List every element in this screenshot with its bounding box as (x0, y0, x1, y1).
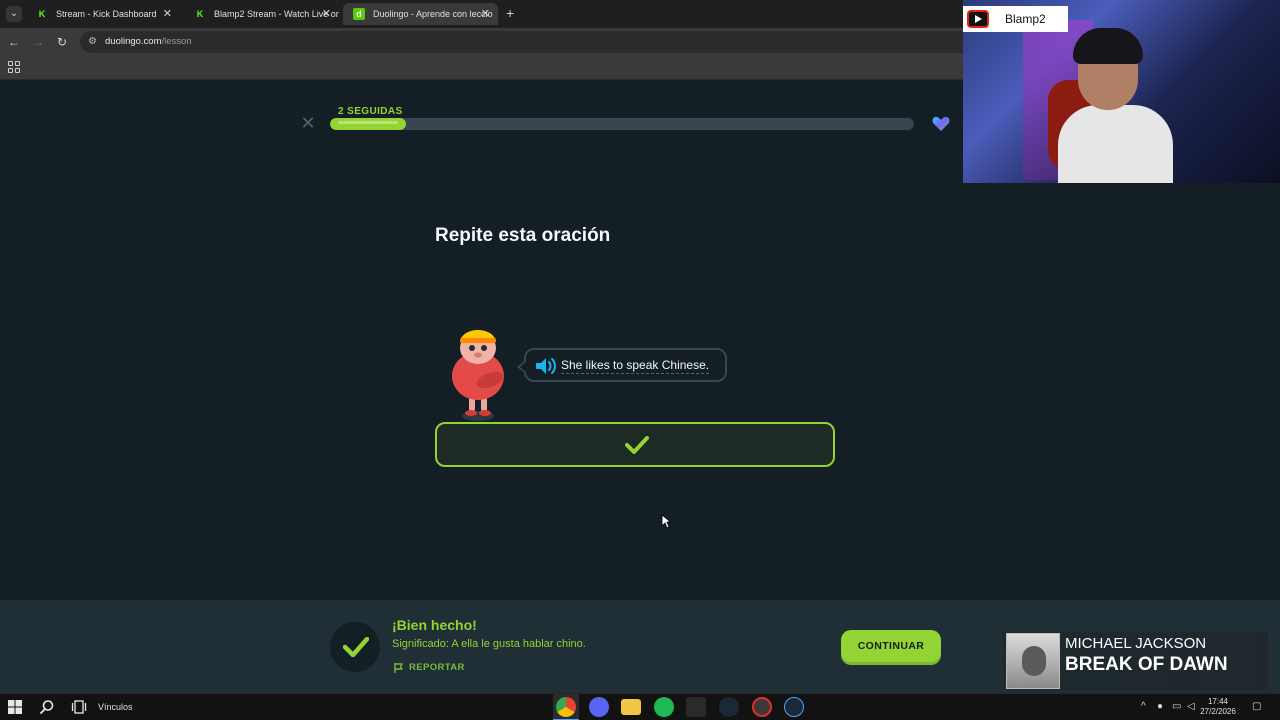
spotify-icon[interactable] (654, 697, 674, 717)
taskbar-links-label[interactable]: Vínculos (98, 694, 133, 720)
feedback-meaning: Significado: A ella le gusta hablar chin… (392, 638, 586, 650)
back-icon[interactable]: ← (6, 34, 22, 50)
tab-title: Duolingo - Aprende con leccio (373, 9, 493, 19)
progress-fill (330, 118, 406, 130)
search-icon[interactable] (39, 699, 55, 715)
challenge-title: Repite esta oración (435, 225, 611, 246)
chrome-icon[interactable] (556, 697, 576, 717)
close-icon[interactable]: ✕ (322, 3, 331, 25)
tab-title: Stream - Kick Dashboard (56, 9, 157, 19)
clock-date: 27/2/2026 (1200, 707, 1236, 716)
screen: ⌄ K Stream - Kick Dashboard ✕ K Blamp2 S… (0, 0, 1280, 720)
tab-duolingo[interactable]: d Duolingo - Aprende con leccio ✕ (343, 3, 498, 25)
album-art (1006, 633, 1060, 689)
check-icon (343, 637, 369, 657)
windows-taskbar: Vínculos ^ ● ▭ ◁ 17:44 27/2/2026 ▢ (0, 693, 1280, 720)
mouse-cursor-icon (661, 514, 671, 529)
url-domain: duolingo.com (105, 36, 162, 47)
close-icon[interactable]: ✕ (481, 3, 490, 25)
duolingo-icon: d (353, 8, 365, 20)
file-explorer-icon[interactable] (621, 699, 641, 715)
steam-icon[interactable] (719, 697, 739, 717)
site-info-icon[interactable]: ⚙ (88, 31, 97, 53)
close-icon[interactable]: ✕ (163, 3, 172, 25)
taskbar-clock[interactable]: 17:44 27/2/2026 (1198, 697, 1238, 717)
music-artist: MICHAEL JACKSON (1065, 635, 1207, 652)
kick-icon: K (38, 9, 46, 19)
notifications-icon[interactable]: ▢ (1252, 694, 1261, 720)
forward-icon[interactable]: → (30, 34, 46, 50)
speaker-icon[interactable] (535, 357, 557, 375)
microphone-icon[interactable]: ● (1157, 694, 1163, 720)
volume-icon[interactable]: ◁ (1187, 694, 1195, 720)
speech-bubble[interactable]: She likes to speak Chinese. (517, 348, 727, 382)
prompt-sentence[interactable]: She likes to speak Chinese. (561, 357, 710, 374)
tray-chevron-icon[interactable]: ^ (1141, 694, 1146, 720)
tab-blamp2-stream[interactable]: K Blamp2 Stream - Watch Live on ✕ (184, 3, 339, 25)
reload-icon[interactable]: ↻ (54, 34, 70, 50)
lesson-progress-bar (330, 118, 914, 130)
network-icon[interactable]: ▭ (1172, 694, 1181, 720)
report-label: REPORTAR (409, 662, 465, 673)
streamer-hair (1073, 28, 1143, 64)
close-lesson-icon[interactable]: ✕ (300, 114, 316, 132)
channel-name: Blamp2 (1005, 12, 1046, 26)
task-view-icon[interactable] (71, 699, 87, 715)
obs-icon[interactable] (752, 697, 772, 717)
check-icon (625, 436, 649, 454)
windows-start-icon[interactable] (7, 699, 23, 715)
continue-button[interactable]: CONTINUAR (841, 630, 941, 662)
character-illustration (452, 330, 504, 421)
kick-icon: K (196, 9, 204, 19)
now-playing-overlay: MICHAEL JACKSON BREAK OF DAWN (1003, 632, 1268, 690)
music-song: BREAK OF DAWN (1065, 654, 1228, 675)
feedback-title: ¡Bien hecho! (392, 617, 477, 633)
channel-badge: Blamp2 (963, 6, 1068, 32)
url-path: /lesson (161, 36, 192, 47)
webcam-overlay: Blamp2 (963, 0, 1280, 183)
address-bar[interactable]: ⚙ duolingo.com/lesson (80, 31, 980, 53)
heart-icon (932, 116, 950, 131)
answer-area (435, 422, 835, 467)
success-badge (330, 622, 380, 672)
tab-kick-dashboard[interactable]: K Stream - Kick Dashboard ✕ (26, 3, 180, 25)
new-tab-icon[interactable]: + (506, 5, 514, 21)
clock-time: 17:44 (1207, 697, 1229, 706)
epic-games-icon[interactable] (686, 697, 706, 717)
tab-search-icon[interactable]: ⌄ (6, 6, 22, 22)
streamer-body (1058, 105, 1173, 183)
tab-title: Blamp2 Stream - Watch Live on (214, 9, 339, 19)
discord-icon[interactable] (589, 697, 609, 717)
flag-icon (394, 663, 403, 673)
steam-alt-icon[interactable] (784, 697, 804, 717)
report-button[interactable]: REPORTAR (393, 662, 465, 673)
streak-label: 2 SEGUIDAS (338, 106, 403, 117)
apps-icon[interactable] (8, 61, 20, 73)
youtube-icon (967, 10, 989, 28)
